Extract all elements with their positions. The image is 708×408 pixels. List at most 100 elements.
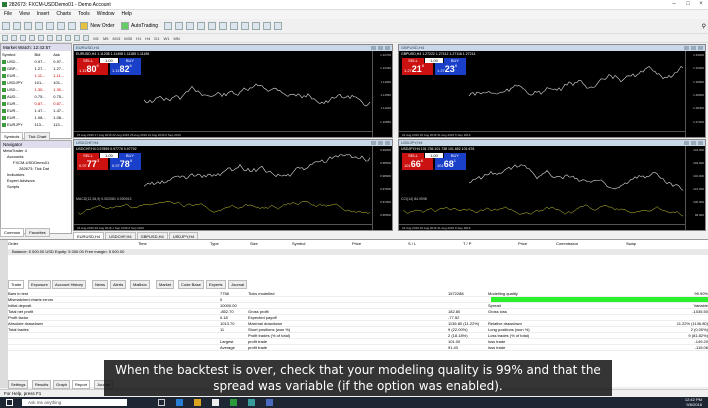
timeframe-m5[interactable]: M5 xyxy=(103,36,109,41)
nav-item-scripts[interactable]: Scripts xyxy=(1,184,71,190)
table-row[interactable]: AUD... 0.75... 0.75... xyxy=(1,93,71,100)
tester-icon[interactable] xyxy=(68,22,76,30)
templates-icon[interactable] xyxy=(274,22,283,30)
crosshair-icon[interactable] xyxy=(11,35,17,41)
table-row[interactable]: EUR... 1.08... 1.08... xyxy=(1,114,71,121)
chart-shift-icon[interactable] xyxy=(241,22,250,30)
col-tp[interactable]: T / P xyxy=(463,241,471,246)
chart-maximize-icon[interactable] xyxy=(691,46,696,50)
menu-view[interactable]: View xyxy=(19,10,30,19)
chart-maximize-icon[interactable] xyxy=(691,141,696,145)
metatrader-task-icon[interactable] xyxy=(230,399,237,406)
cursor-icon[interactable] xyxy=(2,35,8,41)
vertical-line-icon[interactable] xyxy=(20,35,26,41)
autotrading-button[interactable]: AutoTrading xyxy=(131,23,158,29)
autotrading-icon[interactable] xyxy=(120,22,129,30)
zoom-in-icon[interactable] xyxy=(197,22,206,30)
label-icon[interactable] xyxy=(74,35,80,41)
tab-journal[interactable]: Journal xyxy=(228,280,248,289)
chart-maximize-icon[interactable] xyxy=(378,141,383,145)
trendline-icon[interactable] xyxy=(38,35,44,41)
app-task-icon[interactable] xyxy=(248,399,255,406)
col-type[interactable]: Type xyxy=(210,241,219,246)
sell-price[interactable]: 1.11806 xyxy=(77,63,108,75)
tab-results[interactable]: Results xyxy=(32,380,52,389)
chart-minimize-icon[interactable] xyxy=(698,141,703,145)
col-price[interactable]: Price xyxy=(352,241,361,246)
new-order-button[interactable]: New Order xyxy=(90,23,114,29)
col-sl[interactable]: S / L xyxy=(408,241,416,246)
table-row[interactable]: EUR... 1.11... 1.11... xyxy=(1,72,71,79)
table-row[interactable]: USD... 0.97... 0.97... xyxy=(1,58,71,65)
text-icon[interactable] xyxy=(65,35,71,41)
data-window-icon[interactable] xyxy=(35,22,43,30)
buy-price[interactable]: 1.27236 xyxy=(435,63,466,75)
buy-price[interactable]: 1.11826 xyxy=(110,63,141,75)
line-chart-icon[interactable] xyxy=(186,22,195,30)
tab-trade[interactable]: Trade xyxy=(8,280,25,289)
minimize-icon[interactable]: – xyxy=(668,1,680,7)
menu-charts[interactable]: Charts xyxy=(56,10,71,19)
column-symbol[interactable]: Symbol xyxy=(1,51,34,58)
periods-icon[interactable] xyxy=(263,22,272,30)
tab-account-history[interactable]: Account History xyxy=(52,280,87,289)
col-order[interactable]: Order xyxy=(8,241,18,246)
timeframe-m15[interactable]: M15 xyxy=(113,36,121,41)
chart-close-icon[interactable] xyxy=(684,141,689,145)
candlestick-icon[interactable] xyxy=(175,22,184,30)
timeframe-h4[interactable]: H4 xyxy=(145,36,150,41)
chart-minimize-icon[interactable] xyxy=(385,141,390,145)
col-commission[interactable]: Commission xyxy=(556,241,578,246)
tab-favorites[interactable]: Favorites xyxy=(25,228,50,237)
sell-price[interactable]: 1.27216 xyxy=(402,63,433,75)
col-time[interactable]: Time xyxy=(138,241,147,246)
menu-help[interactable]: Help xyxy=(122,10,132,19)
arrows-icon[interactable] xyxy=(83,35,89,41)
timeframe-mn[interactable]: MN xyxy=(173,36,179,41)
tile-icon[interactable] xyxy=(219,22,228,30)
tab-graph[interactable]: Graph xyxy=(53,380,71,389)
maximize-icon[interactable]: □ xyxy=(682,1,694,7)
col-swap[interactable]: Swap xyxy=(626,241,636,246)
chart-maximize-icon[interactable] xyxy=(378,46,383,50)
tab-mailbox[interactable]: Mailbox xyxy=(130,280,150,289)
chart-caption[interactable]: USDCHF,H4 xyxy=(74,140,392,146)
timeframe-h1[interactable]: H1 xyxy=(136,36,141,41)
table-row[interactable]: GBP... 1.27... 1.27... xyxy=(1,65,71,72)
chart-caption[interactable]: EURUSD,H4 xyxy=(74,45,392,51)
terminal-side-handle[interactable] xyxy=(0,240,8,388)
timeframe-d1[interactable]: D1 xyxy=(154,36,159,41)
tab-code-base[interactable]: Code Base xyxy=(178,280,204,289)
fibonacci-icon[interactable] xyxy=(56,35,62,41)
table-row[interactable]: EUR... 0.87... 0.87... xyxy=(1,100,71,107)
menu-insert[interactable]: Insert xyxy=(37,10,50,19)
chart-minimize-icon[interactable] xyxy=(698,46,703,50)
chart-close-icon[interactable] xyxy=(371,46,376,50)
tab-experts[interactable]: Experts xyxy=(206,280,226,289)
tab-exposure[interactable]: Exposure xyxy=(28,280,51,289)
timeframe-m30[interactable]: M30 xyxy=(124,36,132,41)
timeframe-m1[interactable]: M1 xyxy=(93,36,99,41)
table-row[interactable]: EURJPY 113... 113... xyxy=(1,121,71,128)
zoom-out-icon[interactable] xyxy=(208,22,217,30)
tab-alerts[interactable]: Alerts xyxy=(110,280,127,289)
task-view-icon[interactable] xyxy=(158,399,165,406)
sell-price[interactable]: 0.97773 xyxy=(77,158,108,170)
tab-news[interactable]: News xyxy=(92,280,109,289)
windows-start-icon[interactable] xyxy=(6,399,13,406)
app2-task-icon[interactable] xyxy=(266,399,273,406)
timeframe-w1[interactable]: W1 xyxy=(163,36,169,41)
col-price2[interactable]: Price xyxy=(518,241,527,246)
col-symbol[interactable]: Symbol xyxy=(292,241,305,246)
close-icon[interactable]: × xyxy=(695,1,707,7)
menu-file[interactable]: File xyxy=(4,10,12,19)
tab-common[interactable]: Common xyxy=(0,228,25,237)
menu-tools[interactable]: Tools xyxy=(78,10,90,19)
table-row[interactable]: USD... 1.30... 1.30... xyxy=(1,86,71,93)
market-watch-icon[interactable] xyxy=(24,22,32,30)
menu-window[interactable]: Window xyxy=(97,10,115,19)
explorer-icon[interactable] xyxy=(194,399,201,406)
store-icon[interactable] xyxy=(212,399,219,406)
tab-market[interactable]: Market xyxy=(156,280,175,289)
horizontal-line-icon[interactable] xyxy=(29,35,35,41)
